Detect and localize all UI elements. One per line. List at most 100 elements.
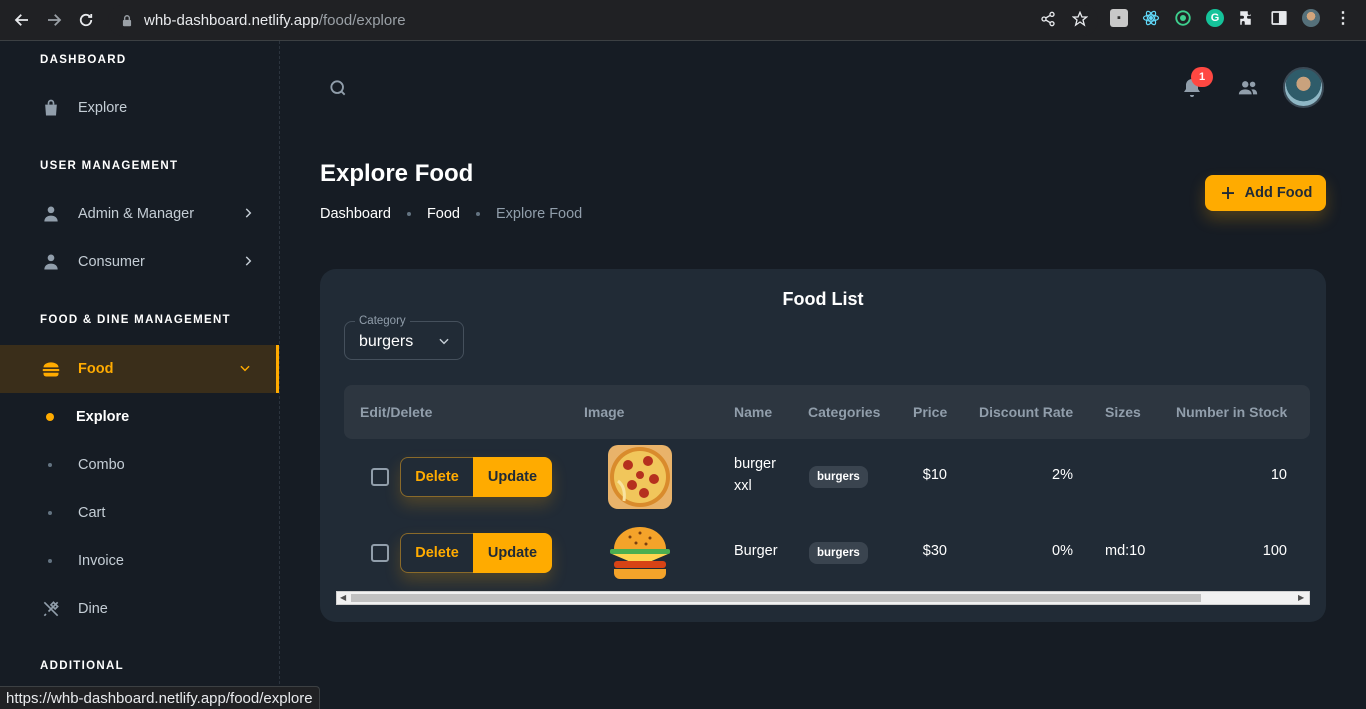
section-title-dashboard: DASHBOARD: [40, 54, 127, 66]
sidebar-item-food[interactable]: Food: [0, 345, 279, 393]
sidebar-item-label: Admin & Manager: [78, 206, 195, 222]
row-checkbox[interactable]: [371, 544, 389, 562]
column-header: Sizes: [1105, 404, 1141, 420]
table-row: Delete Update Burger burgers $30 0% md:1…: [344, 515, 1310, 591]
number-in-stock: 10: [1270, 467, 1287, 483]
section-title-user-management: USER MANAGEMENT: [40, 160, 179, 172]
react-devtools-icon[interactable]: [1142, 9, 1160, 27]
sidebar-item-dine[interactable]: Dine: [0, 585, 279, 633]
sidebar-item-consumer[interactable]: Consumer: [0, 238, 279, 286]
link-status-bar: https://whb-dashboard.netlify.app/food/e…: [0, 686, 320, 709]
column-header: Discount Rate: [979, 404, 1074, 420]
food-name-cont: xxl: [734, 478, 752, 494]
grammarly-icon[interactable]: G: [1206, 9, 1224, 27]
chevron-right-icon: [245, 208, 252, 218]
sidebar-subitem-combo[interactable]: Combo: [0, 441, 279, 489]
chevron-down-icon: [240, 365, 250, 372]
sidepanel-icon[interactable]: [1270, 9, 1288, 27]
scroll-left-arrow-icon[interactable]: ◀: [340, 594, 348, 602]
sidebar-subitem-explore[interactable]: Explore: [0, 393, 279, 441]
sidebar-item-explore[interactable]: Explore: [0, 84, 279, 132]
delete-button[interactable]: Delete: [400, 457, 473, 497]
price: $30: [922, 543, 947, 559]
table-header: Edit/Delete Image Name Categories Price …: [344, 385, 1310, 439]
extension-icon[interactable]: ▪: [1110, 9, 1128, 27]
address-bar[interactable]: whb-dashboard.netlify.app/food/explore: [108, 5, 1098, 36]
breadcrumb-current: Explore Food: [496, 206, 583, 222]
category-value: burgers: [359, 333, 414, 350]
utensils-icon: [40, 598, 62, 620]
row-actions: Delete Update: [400, 533, 552, 573]
contacts-icon[interactable]: [1236, 77, 1260, 99]
sidebar-item-label: Food: [78, 361, 114, 377]
food-name: Burger: [734, 543, 778, 559]
price: $10: [922, 467, 947, 483]
lock-icon: [122, 14, 132, 26]
breadcrumb-dashboard[interactable]: Dashboard: [320, 206, 391, 222]
bullet-dot: [48, 463, 52, 467]
menu-dots-icon[interactable]: ⋮: [1334, 9, 1352, 27]
row-actions: Delete Update: [400, 457, 552, 497]
row-checkbox[interactable]: [371, 468, 389, 486]
search-icon[interactable]: [328, 78, 348, 98]
column-header: Categories: [808, 404, 881, 420]
column-header: Edit/Delete: [360, 404, 433, 420]
horizontal-scrollbar[interactable]: ◀ ▶: [336, 591, 1310, 605]
delete-button[interactable]: Delete: [400, 533, 473, 573]
food-name: burger: [734, 456, 776, 472]
update-button[interactable]: Update: [473, 457, 552, 497]
column-header: Image: [584, 404, 625, 420]
sizes: md:10: [1105, 543, 1146, 559]
puzzle-icon[interactable]: [1238, 9, 1256, 27]
notification-badge: 1: [1191, 67, 1213, 87]
page-title: Explore Food: [320, 160, 474, 187]
forward-icon[interactable]: [38, 4, 70, 36]
category-chip: burgers: [809, 542, 868, 564]
chevron-right-icon: [245, 256, 252, 266]
discount-rate: 2%: [1052, 467, 1073, 483]
update-button[interactable]: Update: [473, 533, 552, 573]
add-food-button[interactable]: Add Food: [1205, 175, 1326, 211]
bookmark-star-icon[interactable]: [1072, 11, 1088, 27]
url-host: whb-dashboard.netlify.app: [144, 12, 319, 29]
sidebar-subitem-label: Combo: [78, 457, 125, 473]
scrollbar-thumb[interactable]: [351, 594, 1201, 602]
breadcrumb-separator: [406, 212, 411, 216]
discount-rate: 0%: [1052, 543, 1073, 559]
sidebar-item-admin-manager[interactable]: Admin & Manager: [0, 190, 279, 238]
category-chip: burgers: [809, 466, 868, 488]
breadcrumb-food[interactable]: Food: [427, 206, 460, 222]
sidebar-subitem-label: Explore: [76, 409, 130, 425]
food-list-card: Food List Category burgers Edit/Delete I…: [320, 269, 1326, 622]
sidebar: DASHBOARD Explore USER MANAGEMENT Admin …: [0, 41, 280, 709]
user-icon: [40, 251, 62, 273]
back-icon[interactable]: [6, 4, 38, 36]
reload-icon[interactable]: [70, 4, 102, 36]
column-header: Price: [913, 404, 948, 420]
breadcrumb-separator: [476, 212, 480, 216]
avatar[interactable]: [1283, 67, 1324, 108]
column-header: Name: [734, 404, 773, 420]
section-title-additional: ADDITIONAL: [40, 660, 124, 672]
sidebar-item-label: Consumer: [78, 254, 145, 270]
sidebar-subitem-invoice[interactable]: Invoice: [0, 537, 279, 585]
add-food-label: Add Food: [1244, 185, 1313, 201]
sidebar-subitem-label: Cart: [78, 505, 106, 521]
table-row: Delete Update burger xxl burgers $10 2% …: [344, 439, 1310, 515]
category-select[interactable]: Category burgers: [344, 315, 464, 360]
url-path: /food/explore: [318, 12, 406, 29]
share-icon[interactable]: [1040, 11, 1056, 27]
breadcrumb: Dashboard Food Explore Food: [320, 206, 582, 222]
chevron-down-icon: [439, 338, 449, 345]
scroll-right-arrow-icon[interactable]: ▶: [1298, 594, 1306, 602]
burger-icon: [40, 358, 62, 380]
bullet-dot: [48, 511, 52, 515]
target-extension-icon[interactable]: [1174, 9, 1192, 27]
column-header: Number in Stock: [1176, 404, 1288, 420]
profile-avatar-icon[interactable]: [1302, 9, 1320, 27]
sidebar-subitem-label: Invoice: [78, 553, 124, 569]
user-icon: [40, 203, 62, 225]
shopping-bag-icon: [40, 97, 62, 119]
bullet-dot: [48, 559, 52, 563]
sidebar-subitem-cart[interactable]: Cart: [0, 489, 279, 537]
